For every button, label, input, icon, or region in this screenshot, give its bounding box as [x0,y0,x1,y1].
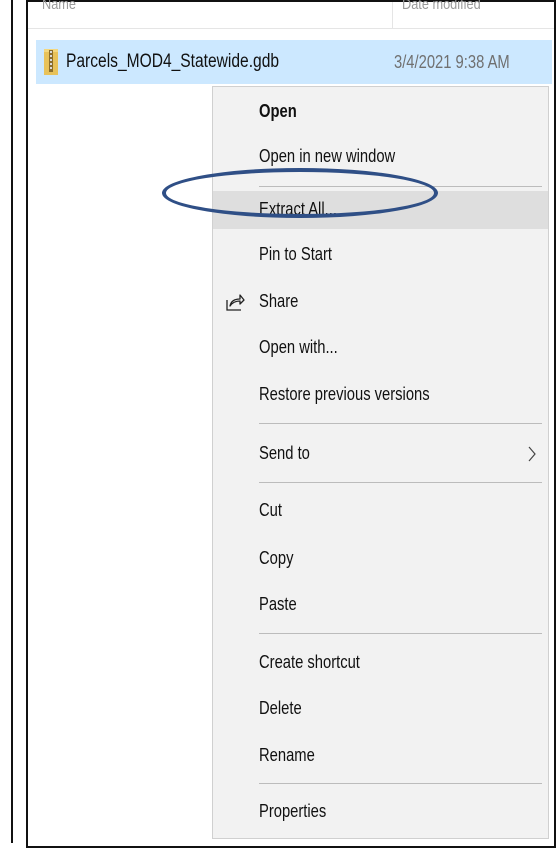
column-header-row: Name Date modified [28,0,554,29]
menu-item-rename[interactable]: Rename [213,737,548,775]
menu-separator [259,783,542,784]
column-header-date-modified[interactable]: Date modified [402,0,481,13]
file-row-selected[interactable]: Parcels_MOD4_Statewide.gdb 3/4/2021 9:38… [36,40,552,84]
column-header-name[interactable]: Name [42,0,76,13]
menu-item-open-new-window[interactable]: Open in new window [213,138,548,176]
menu-item-label: Paste [259,594,297,614]
menu-item-restore-previous-versions[interactable]: Restore previous versions [213,376,548,414]
menu-item-label: Open [259,101,297,121]
menu-item-properties[interactable]: Properties [213,793,548,831]
menu-item-cut[interactable]: Cut [213,492,548,530]
menu-item-share[interactable]: Share [213,283,548,321]
menu-item-extract-all[interactable]: Extract All... [213,191,548,229]
menu-item-copy[interactable]: Copy [213,540,548,578]
menu-item-send-to[interactable]: Send to [213,435,548,473]
menu-separator [259,482,542,483]
menu-separator [259,633,542,634]
menu-item-label: Open with... [259,337,338,357]
context-menu: Open Open in new window Extract All... P… [212,86,549,839]
file-explorer-pane: Name Date modified Parcels_MOD4_Statewid… [26,0,556,848]
column-divider[interactable] [392,2,393,28]
share-icon [226,294,245,311]
chevron-right-icon [528,446,536,462]
menu-item-label: Share [259,291,299,311]
menu-item-open[interactable]: Open [213,93,548,131]
menu-item-label: Send to [259,443,310,463]
menu-separator [259,423,542,424]
menu-item-open-with[interactable]: Open with... [213,329,548,367]
menu-item-label: Extract All... [259,199,337,219]
menu-item-label: Restore previous versions [259,384,430,404]
menu-item-label: Properties [259,801,327,821]
menu-item-pin-to-start[interactable]: Pin to Start [213,236,548,274]
menu-item-paste[interactable]: Paste [213,586,548,624]
menu-item-label: Open in new window [259,146,396,166]
menu-item-label: Rename [259,745,315,765]
file-date-modified: 3/4/2021 9:38 AM [394,52,510,72]
menu-item-label: Pin to Start [259,244,333,264]
zip-folder-icon [44,49,58,75]
menu-item-label: Delete [259,698,302,718]
menu-item-label: Copy [259,548,294,568]
file-name: Parcels_MOD4_Statewide.gdb [66,51,280,72]
menu-item-label: Cut [259,500,282,520]
menu-item-create-shortcut[interactable]: Create shortcut [213,644,548,682]
menu-item-label: Create shortcut [259,652,360,672]
menu-item-delete[interactable]: Delete [213,690,548,728]
left-border-line [11,0,13,843]
menu-separator [259,186,542,187]
